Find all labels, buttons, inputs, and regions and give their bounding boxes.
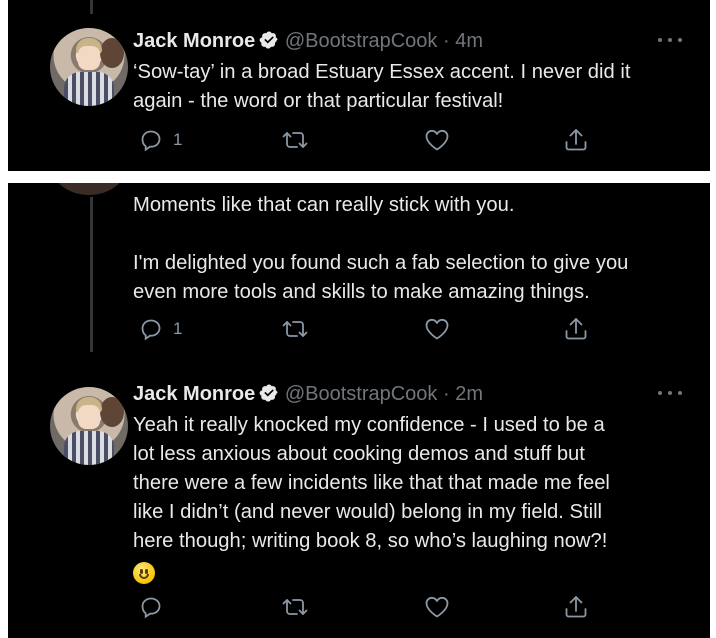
more-options-icon[interactable]: [656, 35, 686, 45]
author-handle[interactable]: @BootstrapCook: [285, 383, 438, 405]
timestamp[interactable]: 2m: [455, 383, 483, 405]
separator-dot: ·: [443, 383, 450, 405]
verified-badge-icon: [259, 30, 279, 56]
reply-button[interactable]: [139, 594, 163, 620]
avatar[interactable]: [50, 28, 128, 106]
timestamp[interactable]: 4m: [455, 30, 483, 52]
share-icon: [563, 127, 589, 153]
like-button[interactable]: [424, 127, 450, 153]
reply-icon: [139, 595, 163, 619]
like-icon: [424, 317, 450, 341]
reply-icon: [139, 317, 163, 341]
slightly-smiling-face-emoji: [133, 562, 155, 584]
tweet-panel-bottom: Moments like that can really stick with …: [8, 183, 710, 638]
tweet-header: Jack Monroe @BootstrapCook · 4m: [133, 29, 483, 56]
like-button[interactable]: [424, 594, 450, 620]
more-options-icon[interactable]: [656, 388, 686, 398]
share-button[interactable]: [563, 127, 589, 153]
avatar[interactable]: [50, 183, 128, 195]
share-icon: [563, 316, 589, 342]
tweet-actions: 1: [133, 316, 593, 342]
like-button[interactable]: [424, 316, 450, 342]
tweet-actions: 1: [133, 127, 593, 153]
like-icon: [424, 128, 450, 152]
retweet-button[interactable]: [281, 127, 309, 153]
retweet-button[interactable]: [281, 316, 309, 342]
tweet-text: ‘Sow-tay’ in a broad Estuary Essex accen…: [133, 61, 631, 112]
retweet-icon: [281, 595, 309, 619]
share-button[interactable]: [563, 594, 589, 620]
thread-line: [90, 197, 93, 352]
reply-button[interactable]: 1: [139, 316, 182, 342]
retweet-icon: [281, 128, 309, 152]
author-name[interactable]: Jack Monroe: [133, 30, 255, 52]
reply-button[interactable]: 1: [139, 127, 182, 153]
tweet-header: Jack Monroe @BootstrapCook · 2m: [133, 382, 483, 409]
reply-count: 1: [173, 319, 183, 338]
author-name[interactable]: Jack Monroe: [133, 383, 255, 405]
author-handle[interactable]: @BootstrapCook: [285, 30, 438, 52]
verified-badge-icon: [259, 383, 279, 409]
share-icon: [563, 594, 589, 620]
tweet-actions: [133, 594, 593, 620]
avatar[interactable]: [50, 387, 128, 465]
retweet-icon: [281, 317, 309, 341]
share-button[interactable]: [563, 316, 589, 342]
reply-count: 1: [173, 130, 183, 149]
reply-icon: [139, 128, 163, 152]
tweet-text: Yeah it really knocked my confidence - I…: [133, 411, 698, 590]
like-icon: [424, 595, 450, 619]
separator-dot: ·: [443, 30, 450, 52]
tweet-text: Moments like that can really stick with …: [133, 194, 629, 303]
tweet-panel-top: Jack Monroe @BootstrapCook · 4m ‘Sow-tay…: [8, 0, 710, 171]
retweet-button[interactable]: [281, 594, 309, 620]
thread-line: [90, 0, 93, 14]
